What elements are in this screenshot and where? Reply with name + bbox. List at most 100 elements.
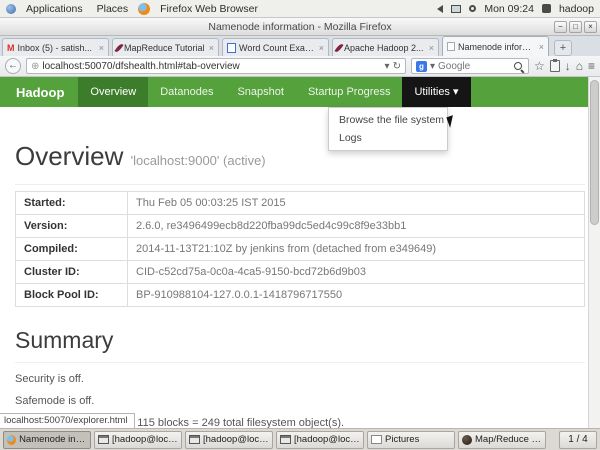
user-icon (541, 4, 551, 13)
firefox-launcher[interactable]: Firefox Web Browser (156, 3, 262, 15)
firefox-icon (7, 434, 17, 445)
taskbar-item-label: [hadoop@localh... (203, 434, 269, 445)
page-title: Overview 'localhost:9000' (active) (15, 141, 585, 172)
terminal-icon (280, 435, 291, 444)
volume-icon[interactable] (433, 4, 444, 13)
security-status: Security is off. (15, 373, 84, 385)
nav-utilities-label: Utilities (414, 86, 450, 98)
bookmarks-menu-icon[interactable] (549, 59, 560, 72)
scrollbar-thumb[interactable] (590, 80, 599, 225)
tab-label: Inbox (5) - satish... (17, 42, 93, 53)
table-row: Cluster ID: CID-c52cd75a-0c0a-4ca5-9150-… (15, 260, 585, 284)
hadoop-navbar: Hadoop Overview Datanodes Snapshot Start… (0, 77, 600, 107)
row-key: Started: (15, 191, 128, 215)
navigation-toolbar: ← ⊕ ▾ ↻ g ▾ ☆ ↓ ⌂ ≡ (0, 56, 600, 77)
safemode-status: Safemode is off. (15, 395, 95, 407)
taskbar-item-eclipse[interactable]: Map/Reduce - E... (458, 430, 546, 449)
menu-item-browse-filesystem[interactable]: Browse the file system (329, 111, 457, 129)
tab-apache-hadoop[interactable]: Apache Hadoop 2... × (332, 38, 439, 56)
google-icon[interactable]: g (415, 60, 427, 72)
site-identity-icon[interactable]: ⊕ (31, 61, 39, 72)
row-key: Compiled: (15, 237, 128, 261)
tab-label: MapReduce Tutorial (124, 42, 205, 53)
home-icon[interactable]: ⌂ (576, 60, 583, 72)
row-key: Version: (15, 214, 128, 238)
search-engine-dropdown-icon[interactable]: ▾ (430, 61, 435, 72)
status-link-tooltip: localhost:50070/explorer.html (0, 413, 135, 428)
nav-startup-progress[interactable]: Startup Progress (296, 77, 403, 107)
table-row: Version: 2.6.0, re3496499ecb8d220fba99dc… (15, 214, 585, 238)
nav-utilities[interactable]: Utilities ▾ (402, 77, 471, 107)
search-icon[interactable] (513, 61, 524, 72)
window-titlebar: Namenode information - Mozilla Firefox −… (0, 18, 600, 36)
clock[interactable]: Mon 09:24 (484, 3, 534, 15)
close-tab-icon[interactable]: × (539, 42, 544, 52)
table-row: Compiled: 2014-11-13T21:10Z by jenkins f… (15, 237, 585, 261)
menu-icon[interactable]: ≡ (588, 60, 595, 72)
utilities-dropdown: Browse the file system Logs (328, 107, 457, 151)
firefox-launcher-icon[interactable] (138, 2, 151, 15)
nav-overview[interactable]: Overview (78, 77, 149, 107)
reload-icon[interactable]: ↻ (393, 61, 401, 72)
row-value: 2014-11-13T21:10Z by jenkins from (detac… (127, 237, 585, 261)
row-key: Cluster ID: (15, 260, 128, 284)
mouse-cursor (446, 115, 457, 128)
bottom-taskbar: Namenode infor... [hadoop@localh... [had… (0, 428, 600, 450)
network-icon[interactable] (451, 4, 462, 13)
workspace-pager[interactable]: 1 / 4 (559, 430, 597, 449)
search-bar[interactable]: g ▾ (410, 58, 529, 74)
bookmark-star-icon[interactable]: ☆ (534, 60, 545, 72)
row-key: Block Pool ID: (15, 283, 128, 307)
top-panel: Applications Places Firefox Web Browser … (0, 0, 600, 18)
table-row: Started: Thu Feb 05 00:03:25 IST 2015 (15, 191, 585, 215)
page-viewport: Hadoop Overview Datanodes Snapshot Start… (0, 77, 600, 428)
nav-snapshot[interactable]: Snapshot (225, 77, 295, 107)
url-bar[interactable]: ⊕ ▾ ↻ (26, 58, 406, 74)
taskbar-item-label: [hadoop@localh... (112, 434, 178, 445)
tab-inbox[interactable]: M Inbox (5) - satish... × (2, 38, 109, 56)
close-tab-icon[interactable]: × (99, 43, 104, 53)
close-tab-icon[interactable]: × (209, 43, 214, 53)
tab-label: Namenode information (458, 41, 536, 52)
applications-menu[interactable]: Applications (22, 3, 87, 15)
downloads-icon[interactable]: ↓ (565, 60, 571, 72)
places-menu[interactable]: Places (93, 3, 133, 15)
taskbar-item-label: [hadoop@localh... (294, 434, 360, 445)
taskbar-item-terminal-1[interactable]: [hadoop@localh... (94, 430, 182, 449)
page-body: Overview 'localhost:9000' (active) Start… (0, 141, 600, 428)
taskbar-item-terminal-3[interactable]: [hadoop@localh... (276, 430, 364, 449)
keyring-icon[interactable] (469, 5, 477, 12)
scrollbar[interactable] (588, 77, 600, 428)
close-tab-icon[interactable]: × (429, 43, 434, 53)
row-value: Thu Feb 05 00:03:25 IST 2015 (127, 191, 585, 215)
hadoop-brand[interactable]: Hadoop (0, 85, 78, 100)
maximize-button[interactable]: □ (569, 21, 582, 33)
row-value: 2.6.0, re3496499ecb8d220fba99dc5ed4c99c8… (127, 214, 585, 238)
tab-mapreduce-tutorial[interactable]: MapReduce Tutorial × (112, 38, 219, 56)
terminal-icon (189, 435, 200, 444)
tab-namenode-information[interactable]: Namenode information × (442, 36, 549, 56)
tab-label: Word Count Exam... (239, 42, 316, 53)
divider (15, 184, 585, 185)
nav-datanodes[interactable]: Datanodes (148, 77, 225, 107)
tab-word-count[interactable]: Word Count Exam... × (222, 38, 329, 56)
eclipse-icon (462, 434, 472, 445)
menu-item-logs[interactable]: Logs (329, 129, 447, 147)
close-window-button[interactable]: × (584, 21, 597, 33)
search-input[interactable] (438, 60, 510, 72)
back-button[interactable]: ← (5, 58, 21, 74)
minimize-button[interactable]: − (554, 21, 567, 33)
taskbar-item-pictures[interactable]: Pictures (367, 430, 455, 449)
close-tab-icon[interactable]: × (319, 43, 324, 53)
taskbar-item-terminal-2[interactable]: [hadoop@localh... (185, 430, 273, 449)
page-icon (447, 42, 455, 51)
terminal-icon (98, 435, 109, 444)
url-input[interactable] (42, 60, 382, 72)
taskbar-item-namenode[interactable]: Namenode infor... (3, 430, 91, 449)
url-dropdown-icon[interactable]: ▾ (385, 61, 390, 72)
new-tab-button[interactable]: + (554, 40, 572, 56)
table-row: Block Pool ID: BP-910988104-127.0.0.1-14… (15, 283, 585, 307)
divider (15, 362, 585, 363)
taskbar-item-label: Pictures (385, 434, 420, 445)
username[interactable]: hadoop (559, 3, 594, 15)
